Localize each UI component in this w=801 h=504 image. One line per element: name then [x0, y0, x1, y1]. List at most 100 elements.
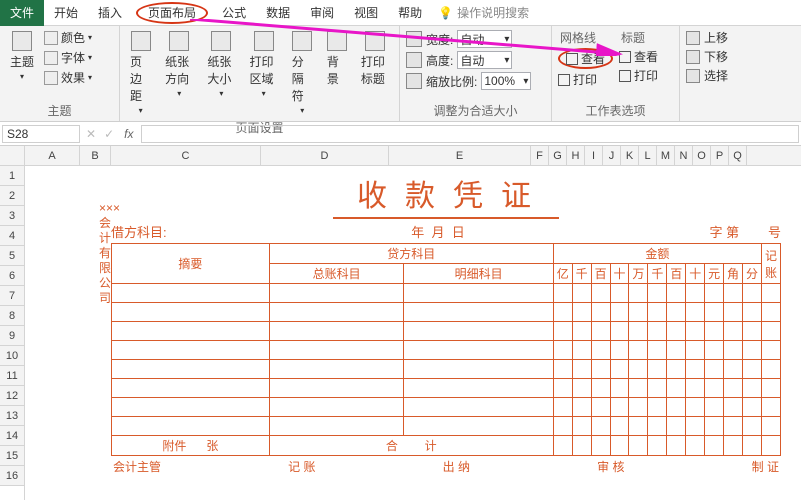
- col-header-I[interactable]: I: [585, 146, 603, 165]
- lightbulb-icon: 💡: [438, 6, 453, 20]
- col-memo: 记账: [761, 244, 780, 284]
- colors-button[interactable]: 颜色▾: [44, 29, 92, 46]
- fx-icon[interactable]: fx: [118, 127, 139, 141]
- col-header-N[interactable]: N: [675, 146, 693, 165]
- print-titles-icon: [365, 31, 385, 51]
- col-header-M[interactable]: M: [657, 146, 675, 165]
- name-box[interactable]: S28: [2, 125, 80, 143]
- col-header-E[interactable]: E: [389, 146, 531, 165]
- col-header-Q[interactable]: Q: [729, 146, 747, 165]
- selection-pane-button[interactable]: 选择: [686, 67, 728, 84]
- select-all-corner[interactable]: [0, 146, 24, 166]
- tab-insert[interactable]: 插入: [88, 0, 132, 26]
- print-area-button[interactable]: 打印区域▾: [246, 29, 282, 100]
- group-scale-title: 调整为合适大小: [406, 100, 545, 121]
- row-header-16[interactable]: 16: [0, 466, 24, 486]
- group-theme-title: 主题: [6, 100, 113, 121]
- col-header-H[interactable]: H: [567, 146, 585, 165]
- themes-icon: [12, 31, 32, 51]
- row-header-9[interactable]: 9: [0, 326, 24, 346]
- enter-icon[interactable]: ✓: [100, 127, 118, 141]
- voucher-data-row: [112, 341, 781, 360]
- size-icon: [211, 31, 231, 51]
- row-header-14[interactable]: 14: [0, 426, 24, 446]
- voucher-table: 摘要 贷方科目 金额 记账 总账科目 明细科目 亿 千 百 十 万 千: [111, 243, 781, 456]
- tab-formula[interactable]: 公式: [212, 0, 256, 26]
- height-select[interactable]: 自动: [457, 51, 512, 69]
- row-header-12[interactable]: 12: [0, 386, 24, 406]
- margins-icon: [131, 31, 151, 51]
- row-header-10[interactable]: 10: [0, 346, 24, 366]
- voucher-footer: 会计主管 记 账 出 纳 审 核 制 证: [111, 456, 781, 475]
- height-icon: [406, 52, 422, 68]
- row-header-11[interactable]: 11: [0, 366, 24, 386]
- row-header-4[interactable]: 4: [0, 226, 24, 246]
- company-side-text: ××× 会计有限公司: [99, 201, 111, 306]
- breaks-button[interactable]: 分隔符▾: [288, 29, 317, 117]
- send-backward-button[interactable]: 下移: [686, 48, 728, 65]
- row-header-2[interactable]: 2: [0, 186, 24, 206]
- col-header-P[interactable]: P: [711, 146, 729, 165]
- orientation-button[interactable]: 纸张方向▾: [161, 29, 197, 100]
- cell-canvas[interactable]: ××× 会计有限公司 收款凭证 借方科目: 年 月 日 字 第 号 摘要 贷方科…: [25, 166, 801, 500]
- gridlines-view-checkbox[interactable]: 查看: [558, 48, 613, 69]
- fonts-button[interactable]: 字体▾: [44, 49, 92, 66]
- tell-me-search[interactable]: 💡 操作说明搜索: [438, 4, 529, 21]
- voucher-form: ××× 会计有限公司 收款凭证 借方科目: 年 月 日 字 第 号 摘要 贷方科…: [111, 171, 781, 475]
- headings-heading: 标题: [619, 29, 658, 46]
- col-header-G[interactable]: G: [549, 146, 567, 165]
- print-area-icon: [254, 31, 274, 51]
- margins-button[interactable]: 页边距▾: [126, 29, 155, 117]
- voucher-data-row: [112, 417, 781, 436]
- row-header-5[interactable]: 5: [0, 246, 24, 266]
- col-header-F[interactable]: F: [531, 146, 549, 165]
- col-header-J[interactable]: J: [603, 146, 621, 165]
- tab-home[interactable]: 开始: [44, 0, 88, 26]
- col-header-C[interactable]: C: [111, 146, 261, 165]
- down-layer-icon: [686, 50, 700, 64]
- width-select[interactable]: 自动: [457, 30, 512, 48]
- gridlines-print-checkbox[interactable]: 打印: [558, 71, 613, 88]
- tab-review[interactable]: 审阅: [300, 0, 344, 26]
- col-header-K[interactable]: K: [621, 146, 639, 165]
- row-header-8[interactable]: 8: [0, 306, 24, 326]
- voucher-data-row: [112, 360, 781, 379]
- row-header-3[interactable]: 3: [0, 206, 24, 226]
- checkbox-icon: [619, 51, 631, 63]
- bring-forward-button[interactable]: 上移: [686, 29, 728, 46]
- row-header-1[interactable]: 1: [0, 166, 24, 186]
- tab-page-layout[interactable]: 页面布局: [136, 2, 208, 24]
- row-header-13[interactable]: 13: [0, 406, 24, 426]
- row-header-15[interactable]: 15: [0, 446, 24, 466]
- formula-input[interactable]: [141, 125, 799, 143]
- col-header-L[interactable]: L: [639, 146, 657, 165]
- col-header-B[interactable]: B: [80, 146, 111, 165]
- debit-subject-label: 借方科目:: [111, 222, 167, 241]
- tab-data[interactable]: 数据: [256, 0, 300, 26]
- background-icon: [327, 31, 347, 51]
- scale-stepper[interactable]: 100%: [481, 72, 531, 90]
- col-summary: 摘要: [112, 244, 270, 284]
- tab-file[interactable]: 文件: [0, 0, 44, 26]
- col-header-D[interactable]: D: [261, 146, 389, 165]
- themes-button[interactable]: 主题 ▾: [6, 29, 38, 83]
- ribbon: 主题 ▾ 颜色▾ 字体▾ 效果▾ 主题 页边距▾ 纸张方向▾ 纸张大小▾ 打印区…: [0, 26, 801, 122]
- col-header-A[interactable]: A: [25, 146, 80, 165]
- effects-button[interactable]: 效果▾: [44, 69, 92, 86]
- headings-view-checkbox[interactable]: 查看: [619, 48, 658, 65]
- tab-view[interactable]: 视图: [344, 0, 388, 26]
- formula-bar: S28 ✕ ✓ fx: [0, 122, 801, 146]
- voucher-data-row: [112, 398, 781, 417]
- breaks-icon: [292, 31, 312, 51]
- effects-icon: [44, 71, 58, 85]
- size-button[interactable]: 纸张大小▾: [203, 29, 239, 100]
- tab-help[interactable]: 帮助: [388, 0, 432, 26]
- row-header-7[interactable]: 7: [0, 286, 24, 306]
- print-titles-button[interactable]: 打印标题: [357, 29, 393, 89]
- row-header-6[interactable]: 6: [0, 266, 24, 286]
- col-header-O[interactable]: O: [693, 146, 711, 165]
- voucher-data-row: [112, 284, 781, 303]
- background-button[interactable]: 背景: [323, 29, 351, 89]
- cancel-icon[interactable]: ✕: [82, 127, 100, 141]
- headings-print-checkbox[interactable]: 打印: [619, 67, 658, 84]
